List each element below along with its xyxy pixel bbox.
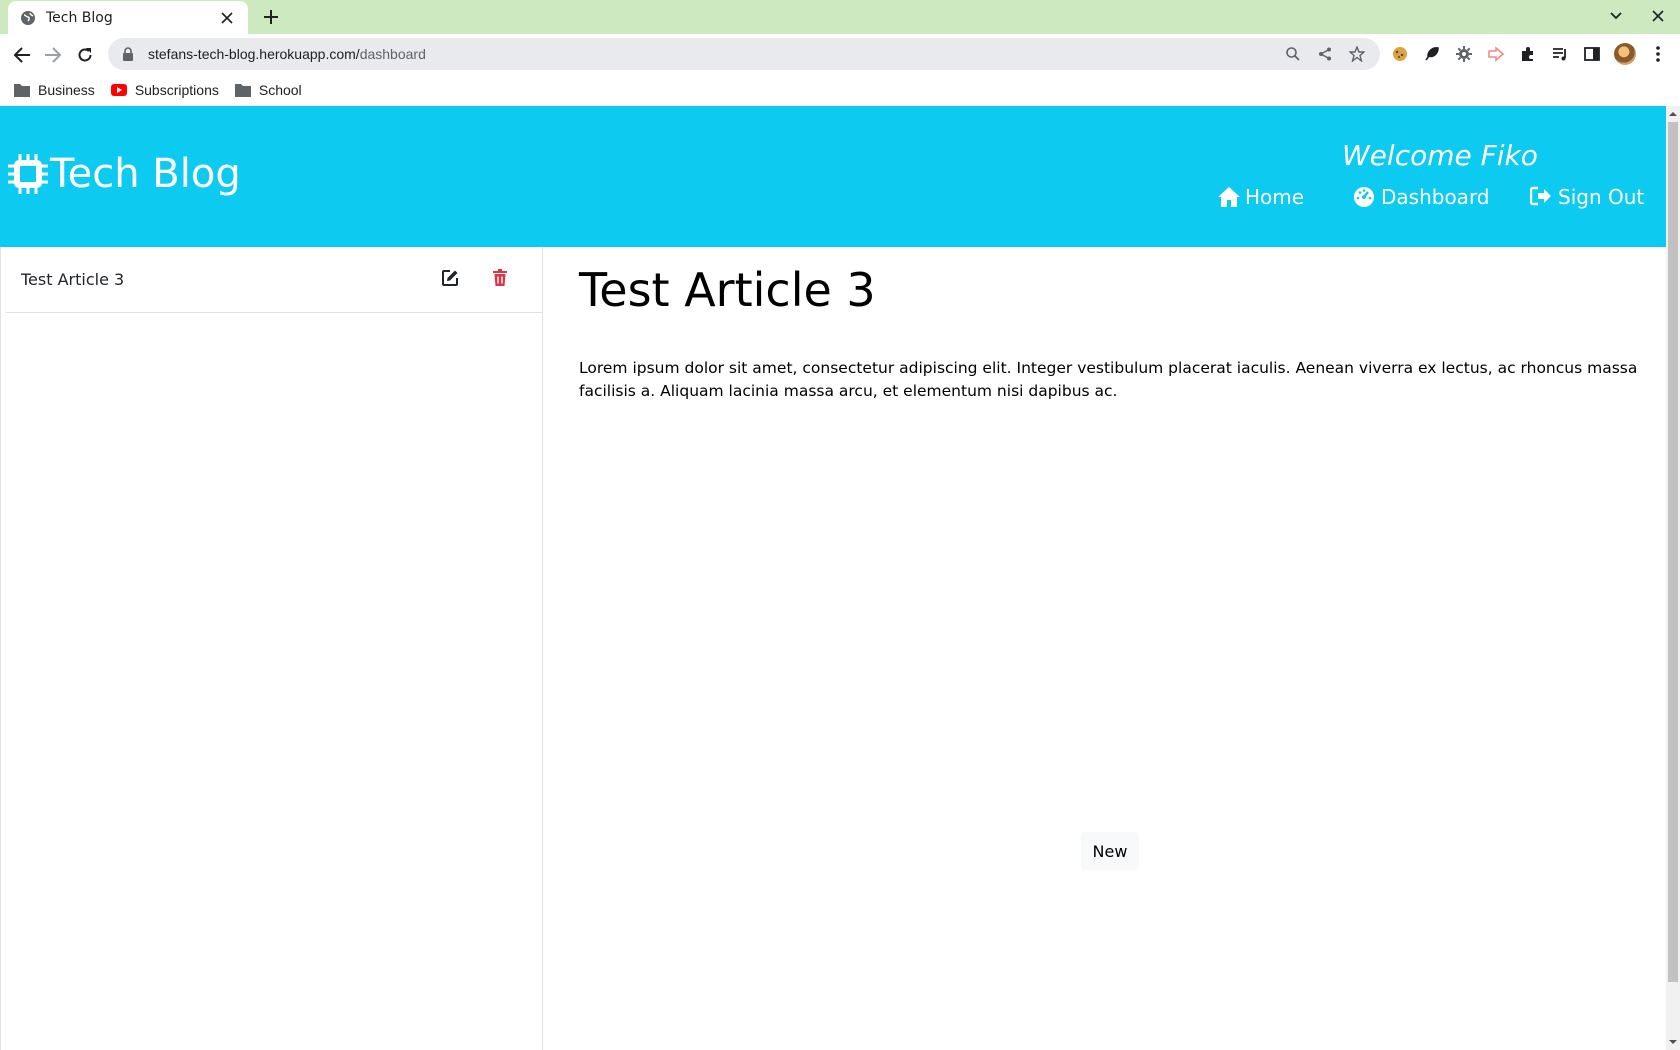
arrow-extension-icon[interactable]	[1486, 44, 1506, 64]
nav-dashboard[interactable]: Dashboard	[1353, 185, 1490, 209]
page-viewport: Tech Blog Welcome Fiko Home Dashboard Si…	[0, 106, 1666, 1050]
bookmark-star-icon[interactable]	[1348, 45, 1366, 63]
edit-icon[interactable]	[439, 267, 461, 289]
bookmark-label: Business	[38, 82, 95, 98]
site-title: Tech Blog	[50, 151, 241, 197]
bookmark-business[interactable]: Business	[14, 82, 95, 98]
folder-icon	[234, 83, 251, 97]
article-title: Test Article 3	[579, 263, 876, 317]
share-icon[interactable]	[1316, 45, 1334, 63]
browser-toolbar: stefans-tech-blog.herokuapp.com/dashboar…	[0, 34, 1680, 74]
page-scrollbar[interactable]	[1666, 106, 1680, 1050]
side-panel-icon[interactable]	[1582, 44, 1602, 64]
nav-signout[interactable]: Sign Out	[1530, 185, 1644, 209]
post-title: Test Article 3	[21, 270, 125, 289]
post-sidebar: Test Article 3	[0, 247, 543, 1050]
profile-avatar[interactable]	[1614, 43, 1636, 65]
folder-icon	[14, 83, 30, 97]
new-post-button[interactable]: New	[1081, 832, 1139, 870]
zoom-search-icon[interactable]	[1284, 45, 1302, 63]
scroll-up-icon[interactable]	[1669, 110, 1677, 118]
article-panel: Test Article 3 Lorem ipsum dolor sit ame…	[543, 247, 1666, 1050]
tab-title: Tech Blog	[46, 9, 113, 26]
bookmark-label: Subscriptions	[134, 82, 219, 98]
microchip-icon	[8, 152, 48, 196]
nav-home[interactable]: Home	[1217, 185, 1304, 209]
sign-out-icon	[1530, 186, 1554, 208]
bookmark-subscriptions[interactable]: Subscriptions	[110, 82, 219, 98]
extensions-puzzle-icon[interactable]	[1518, 44, 1538, 64]
new-tab-icon[interactable]	[260, 6, 282, 28]
browser-tab[interactable]: Tech Blog	[8, 1, 248, 34]
tab-search-chevron-icon[interactable]	[1606, 6, 1626, 26]
bookmark-school[interactable]: School	[234, 82, 302, 98]
article-body: Lorem ipsum dolor sit amet, consectetur …	[579, 359, 1638, 400]
forward-icon[interactable]	[41, 43, 65, 67]
bookmarks-bar: Business Subscriptions School	[0, 74, 1680, 106]
nav-home-label: Home	[1245, 185, 1305, 209]
menu-kebab-icon[interactable]	[1648, 44, 1668, 64]
close-tab-icon[interactable]	[218, 9, 236, 27]
bookmark-label: School	[258, 82, 302, 98]
cookie-extension-icon[interactable]	[1390, 44, 1410, 64]
scrollbar-thumb[interactable]	[1668, 122, 1678, 982]
trash-icon[interactable]	[489, 267, 511, 289]
tab-strip: Tech Blog	[0, 0, 1680, 34]
youtube-icon	[110, 83, 127, 97]
scroll-down-icon[interactable]	[1669, 1038, 1677, 1046]
address-bar[interactable]: stefans-tech-blog.herokuapp.com/dashboar…	[108, 38, 1380, 70]
list-item[interactable]: Test Article 3	[5, 247, 542, 313]
nav-dashboard-label: Dashboard	[1381, 185, 1490, 209]
feather-extension-icon[interactable]	[1422, 44, 1442, 64]
media-queue-icon[interactable]	[1550, 44, 1570, 64]
welcome-message: Welcome Fiko	[1342, 139, 1538, 172]
lock-icon	[122, 47, 136, 61]
close-window-icon[interactable]	[1648, 6, 1668, 26]
site-header: Tech Blog Welcome Fiko Home Dashboard Si…	[0, 106, 1666, 247]
back-icon[interactable]	[10, 43, 34, 67]
nav-signout-label: Sign Out	[1558, 185, 1645, 209]
url-text: stefans-tech-blog.herokuapp.com/dashboar…	[148, 46, 426, 62]
globe-icon	[20, 10, 36, 26]
gauge-icon	[1353, 186, 1377, 208]
reload-icon[interactable]	[73, 43, 97, 67]
site-logo[interactable]: Tech Blog	[8, 151, 241, 197]
gear-extension-icon[interactable]	[1454, 44, 1474, 64]
home-icon	[1217, 186, 1241, 208]
